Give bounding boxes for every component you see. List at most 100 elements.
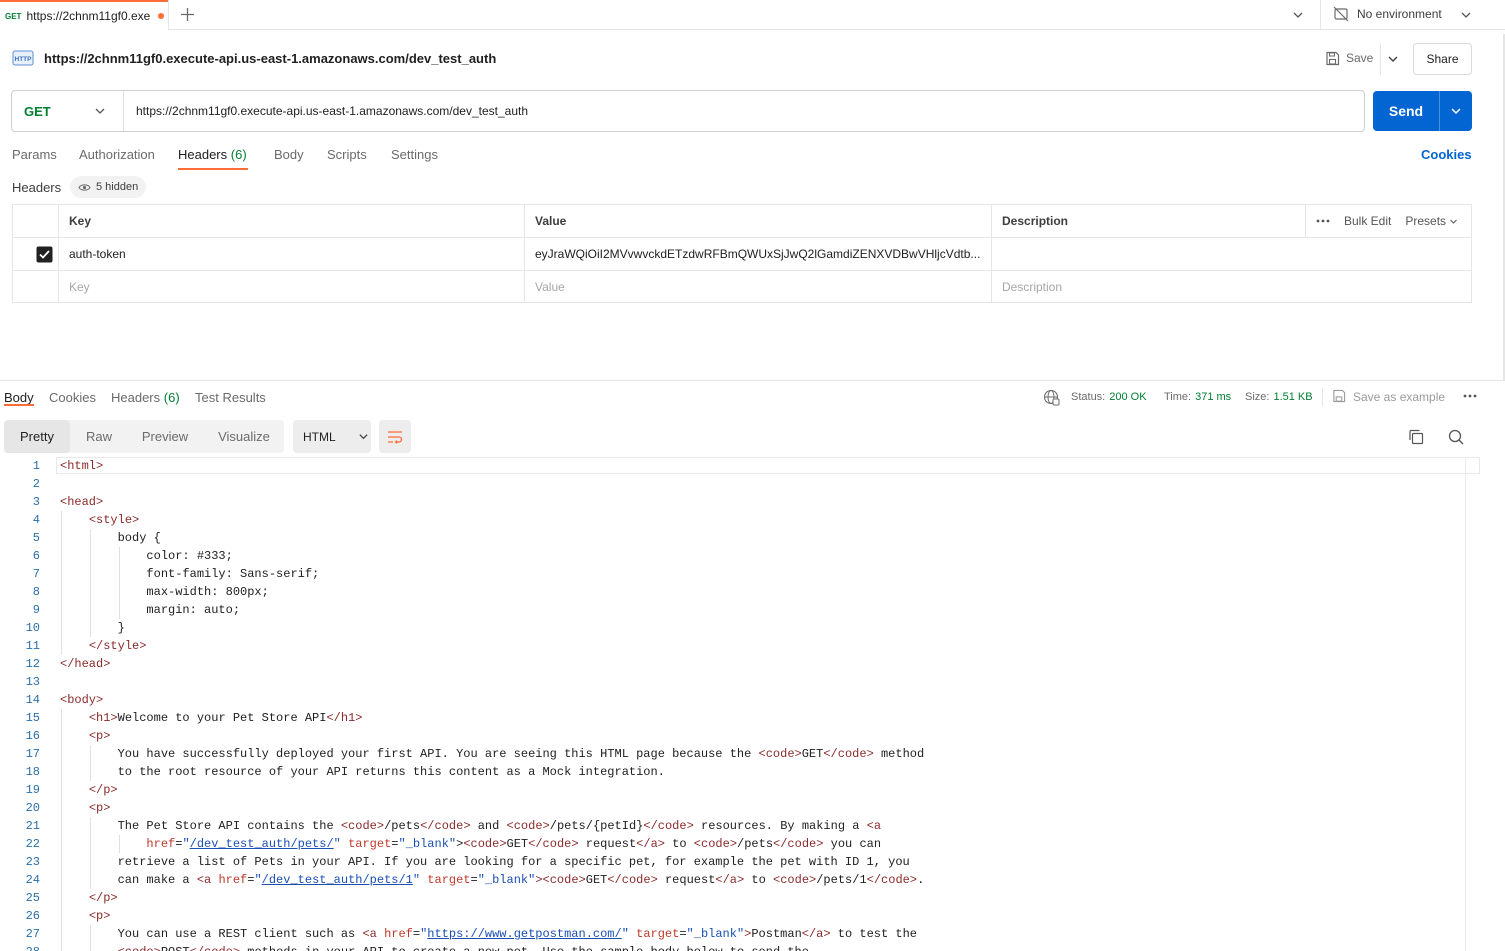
hidden-headers-toggle[interactable]: 5 hidden <box>70 176 147 198</box>
header-value-field[interactable]: eyJraWQiOiI2MVvwvckdETzdwRFBmQWUxSjJwQ2l… <box>524 238 991 270</box>
row-checkbox[interactable] <box>13 238 58 270</box>
search-icon[interactable] <box>1448 429 1464 445</box>
format-tab-group: Pretty Raw Preview Visualize <box>4 420 284 453</box>
line-number: 24 <box>25 873 40 887</box>
save-divider <box>1380 43 1381 75</box>
save-button[interactable]: Save <box>1346 51 1373 65</box>
unsaved-dot-icon <box>158 13 165 19</box>
tabs-overflow-chevron-icon[interactable] <box>1292 9 1304 21</box>
language-select[interactable]: HTML <box>293 420 371 453</box>
environment-chevron-icon[interactable] <box>1460 9 1472 21</box>
code-text: <head> <box>60 495 104 509</box>
code-line: 20 <p> <box>0 799 1480 817</box>
format-tab-pretty[interactable]: Pretty <box>4 420 70 453</box>
save-options-chevron-icon[interactable] <box>1387 53 1399 65</box>
tab-bar <box>0 0 1505 30</box>
send-button[interactable]: Send <box>1373 91 1439 131</box>
request-tab[interactable]: GET https://2chnm11gf0.exe <box>0 0 168 30</box>
status-value: 200 OK <box>1109 391 1147 403</box>
response-code-view[interactable]: 1 <html> 2 3 <head> 4 <style> 5 body {6 color:… <box>0 457 1480 951</box>
response-divider[interactable] <box>0 380 1505 381</box>
line-number: 10 <box>25 621 40 635</box>
presets-label: Presets <box>1405 214 1447 228</box>
response-tab-headers[interactable]: Headers (6) <box>111 390 180 405</box>
bulk-edit-button[interactable]: Bulk Edit <box>1344 214 1391 228</box>
language-label: HTML <box>303 429 336 444</box>
format-tab-preview[interactable]: Preview <box>132 420 198 453</box>
tab-body[interactable]: Body <box>274 147 304 162</box>
save-icon[interactable] <box>1325 51 1340 66</box>
new-value-input[interactable]: Value <box>524 271 991 303</box>
code-text: You can use a REST client such as <a hre… <box>60 927 918 941</box>
new-tab-plus-icon[interactable] <box>180 7 195 22</box>
table-actions: Bulk Edit Presets <box>1305 205 1471 237</box>
status-divider <box>1322 388 1323 406</box>
response-tab-body[interactable]: Body <box>4 390 34 405</box>
response-more-icon[interactable] <box>1463 394 1477 398</box>
share-button[interactable]: Share <box>1413 43 1472 75</box>
code-text: <h1>Welcome to your Pet Store API</h1> <box>88 711 363 725</box>
tab-params[interactable]: Params <box>12 147 57 162</box>
line-number: 11 <box>25 639 40 653</box>
tab-label: Settings <box>391 147 438 162</box>
wrap-lines-icon[interactable] <box>379 420 411 453</box>
tab-headers[interactable]: Headers (6) <box>178 147 247 162</box>
tab-authorization[interactable]: Authorization <box>79 147 155 162</box>
tab-count: (6) <box>230 147 247 162</box>
code-text: <p> <box>88 909 111 923</box>
column-header-description: Description <box>991 205 1305 237</box>
method-select[interactable]: GET <box>12 91 124 131</box>
line-number: 4 <box>32 513 40 527</box>
code-text: to the root resource of your API returns… <box>60 765 665 779</box>
code-text: margin: auto; <box>60 603 241 617</box>
headers-section-title: Headers <box>12 180 62 195</box>
code-text: <p> <box>88 801 111 815</box>
line-number: 25 <box>25 891 40 905</box>
send-options-chevron-icon[interactable] <box>1439 91 1472 131</box>
code-text: <style> <box>88 513 140 527</box>
tab-label: Params <box>12 147 57 162</box>
code-text: font-family: Sans-serif; <box>60 567 320 581</box>
code-line: 27 You can use a REST client such as <a … <box>0 925 1480 943</box>
column-header-value: Value <box>524 205 991 237</box>
headers-table: Key Value Description Bulk Edit Presets … <box>12 204 1472 303</box>
save-as-example-button[interactable]: Save as example <box>1353 390 1445 404</box>
response-tab-test-results[interactable]: Test Results <box>195 390 266 405</box>
url-input[interactable]: https://2chnm11gf0.execute-api.us-east-1… <box>136 91 1356 131</box>
time-label: Time: <box>1164 391 1192 403</box>
line-number: 17 <box>25 747 40 761</box>
line-number: 23 <box>25 855 40 869</box>
presets-dropdown[interactable]: Presets <box>1405 214 1458 228</box>
new-description-input[interactable]: Description <box>991 271 1471 303</box>
format-tab-visualize[interactable]: Visualize <box>208 420 280 453</box>
header-description-field[interactable] <box>991 238 1471 270</box>
tab-label: Headers <box>111 390 161 405</box>
more-options-icon[interactable] <box>1316 219 1330 223</box>
env-divider <box>1320 0 1321 30</box>
code-line: 14 <body> <box>0 691 1480 709</box>
tab-divider <box>168 0 169 30</box>
header-key-field[interactable]: auth-token <box>58 238 524 270</box>
response-tab-cookies[interactable]: Cookies <box>49 390 96 405</box>
code-line: 3 <head> <box>0 493 1480 511</box>
eye-icon <box>78 183 91 192</box>
line-number: 21 <box>25 819 40 833</box>
tab-settings[interactable]: Settings <box>391 147 438 162</box>
table-row: auth-token eyJraWQiOiI2MVvwvckdETzdwRFBm… <box>13 238 1471 271</box>
code-line: 25 </p> <box>0 889 1480 907</box>
environment-selector[interactable]: No environment <box>1357 7 1442 21</box>
code-text: </head> <box>60 657 111 671</box>
format-tab-raw[interactable]: Raw <box>74 420 124 453</box>
new-key-input[interactable]: Key <box>58 271 524 303</box>
save-example-icon[interactable] <box>1332 389 1346 403</box>
code-line: 12 </head> <box>0 655 1480 673</box>
code-text: </style> <box>88 639 147 653</box>
cookies-link[interactable]: Cookies <box>1421 147 1472 162</box>
code-line: 26 <p> <box>0 907 1480 925</box>
request-title-url: https://2chnm11gf0.execute-api.us-east-1… <box>44 51 497 66</box>
copy-icon[interactable] <box>1408 429 1424 445</box>
tab-scripts[interactable]: Scripts <box>327 147 367 162</box>
svg-text:HTTP: HTTP <box>15 56 33 63</box>
line-number: 16 <box>25 729 40 743</box>
network-globe-icon[interactable] <box>1043 389 1060 406</box>
